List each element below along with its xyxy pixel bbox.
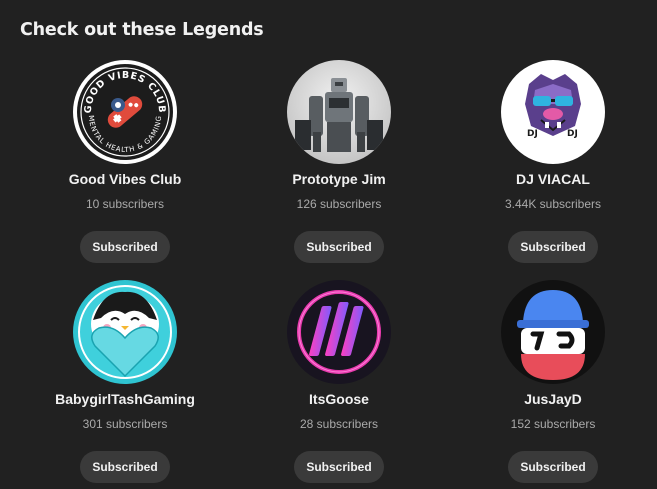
channel-card: JusJayD 152 subscribers Subscribed	[453, 280, 653, 483]
channel-card: Prototype Jim 126 subscribers Subscribed	[239, 60, 439, 263]
channel-name[interactable]: DJ VIACAL	[516, 171, 590, 187]
subscriber-count: 10 subscribers	[85, 197, 165, 211]
channel-card: DJ DJ DJ VIACAL 3.44K subscribers Subscr…	[453, 60, 653, 263]
channel-avatar[interactable]: DJ DJ	[501, 60, 605, 164]
channel-avatar[interactable]	[501, 280, 605, 384]
channel-name[interactable]: Good Vibes Club	[69, 171, 182, 187]
dj-bulldog-logo-icon: DJ DJ	[501, 60, 605, 164]
subscriber-count: 152 subscribers	[510, 417, 596, 431]
subscribed-button[interactable]: Subscribed	[80, 231, 170, 263]
subscriber-count: 126 subscribers	[296, 197, 382, 211]
channel-name[interactable]: JusJayD	[524, 391, 582, 407]
subscribed-button[interactable]: Subscribed	[80, 451, 170, 483]
channel-avatar[interactable]	[287, 60, 391, 164]
channel-avatar[interactable]	[287, 280, 391, 384]
good-vibes-club-logo-icon: GOOD VIBES CLUB MENTAL HEALTH & GAMING	[73, 60, 177, 164]
channel-avatar[interactable]: GOOD VIBES CLUB MENTAL HEALTH & GAMING	[73, 60, 177, 164]
section-title: Check out these Legends	[20, 20, 264, 40]
channel-card: ItsGoose 28 subscribers Subscribed	[239, 280, 439, 483]
subscribed-button[interactable]: Subscribed	[508, 451, 598, 483]
subscribed-button[interactable]: Subscribed	[294, 231, 384, 263]
subscriber-count: 301 subscribers	[82, 417, 168, 431]
subscriber-count: 28 subscribers	[299, 417, 379, 431]
subscribed-button[interactable]: Subscribed	[294, 451, 384, 483]
channel-name[interactable]: BabygirlTashGaming	[55, 391, 195, 407]
subscribed-button[interactable]: Subscribed	[508, 231, 598, 263]
channel-name[interactable]: ItsGoose	[309, 391, 369, 407]
blue-cap-sunglasses-face-icon	[501, 280, 605, 384]
channel-avatar[interactable]	[73, 280, 177, 384]
neon-bars-logo-icon	[287, 280, 391, 384]
dj-left-label: DJ	[527, 129, 538, 139]
subscriber-count: 3.44K subscribers	[504, 197, 602, 211]
mech-robot-photo-icon	[287, 60, 391, 164]
channel-name[interactable]: Prototype Jim	[292, 171, 385, 187]
penguin-heart-avatar-icon	[73, 280, 177, 384]
channel-card: GOOD VIBES CLUB MENTAL HEALTH & GAMING G…	[25, 60, 225, 263]
channel-card: BabygirlTashGaming 301 subscribers Subsc…	[25, 280, 225, 483]
dj-right-label: DJ	[567, 129, 578, 139]
